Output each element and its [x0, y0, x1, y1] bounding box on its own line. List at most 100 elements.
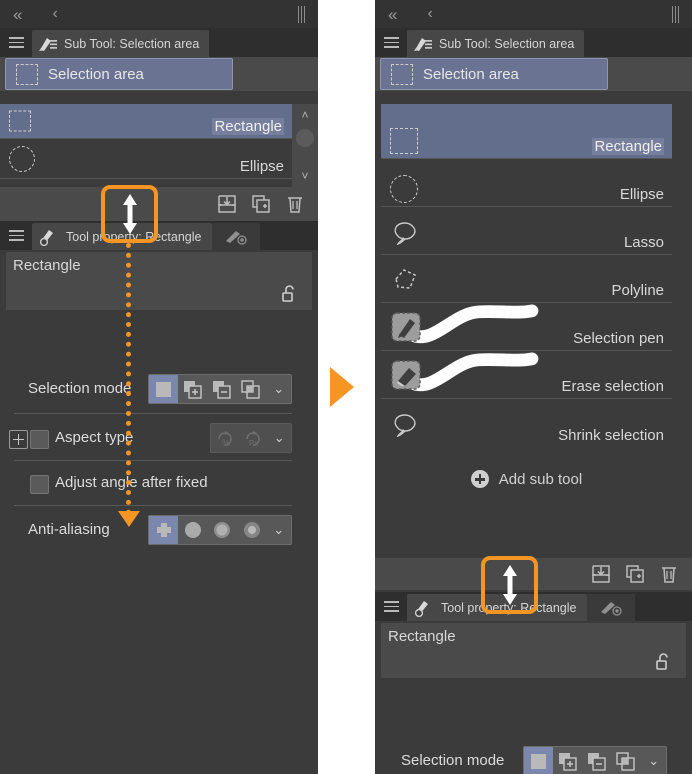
subtool-group-chip[interactable]: Selection area — [5, 58, 233, 90]
titlebar-left: « ‹ — [0, 0, 318, 28]
subtool-group-label: Selection area — [423, 65, 519, 83]
tab-sub-tool-label: Sub Tool: Selection area — [439, 36, 575, 51]
list-item-label: Erase selection — [561, 378, 664, 395]
svg-text:Px: Px — [249, 439, 258, 448]
tab-brush-preview[interactable] — [211, 223, 260, 250]
scrollbar-thumb[interactable] — [296, 129, 314, 147]
option-aa-none[interactable] — [149, 516, 179, 544]
subtool-group-strip-left: Selection area — [0, 57, 318, 91]
option-create-selection[interactable] — [149, 375, 179, 403]
vertical-resize-arrow-icon[interactable] — [498, 563, 522, 607]
delete-icon[interactable] — [658, 563, 680, 585]
titlebar-right: « ‹ — [375, 0, 692, 28]
flow-arrow-icon — [330, 367, 354, 407]
option-aspect-percent[interactable]: % — [211, 424, 239, 452]
list-item-label: Ellipse — [239, 158, 284, 175]
list-item[interactable]: Selection pen — [381, 303, 672, 351]
list-item[interactable]: Rectangle — [381, 104, 672, 159]
subtool-scrollbar-left[interactable]: ˄ ˅ — [292, 104, 318, 187]
list-item[interactable]: Polyline — [381, 255, 672, 303]
hamburger-menu-icon[interactable] — [0, 221, 32, 250]
drag-handle-highlight-left — [101, 185, 158, 243]
add-sub-tool-button[interactable]: Add sub tool — [381, 447, 672, 511]
unlocked-padlock-icon[interactable] — [281, 284, 298, 303]
list-item[interactable]: Rectangle — [0, 104, 292, 139]
hamburger-menu-icon[interactable] — [375, 28, 407, 57]
list-item[interactable]: Ellipse — [381, 159, 672, 207]
import-icon[interactable] — [216, 193, 238, 215]
preset-title-left: Rectangle — [6, 252, 312, 310]
screenshot-root: « ‹ Sub Tool: Selection area Selection a… — [0, 0, 692, 774]
list-item-label: Shrink selection — [558, 427, 664, 444]
svg-text:%: % — [222, 438, 230, 448]
chevron-down-icon[interactable]: ⌄ — [641, 747, 666, 774]
chevron-left-icon[interactable]: ‹ — [52, 6, 57, 22]
tab-brush-preview[interactable] — [586, 594, 635, 621]
double-chevron-left-icon[interactable]: « — [388, 6, 398, 23]
subtool-tabbar-right: Sub Tool: Selection area — [375, 28, 692, 57]
option-subtract-selection[interactable] — [208, 375, 237, 403]
anti-aliasing-group[interactable]: ⌄ — [148, 515, 292, 545]
add-sub-tool-label: Add sub tool — [498, 470, 583, 488]
option-aa-medium[interactable] — [208, 516, 237, 544]
list-item[interactable]: Shrink selection — [381, 399, 672, 447]
unlocked-padlock-icon[interactable] — [655, 652, 672, 671]
grip-handle-icon[interactable] — [672, 6, 683, 23]
erase-selection-icon — [390, 359, 422, 396]
chevron-down-icon[interactable]: ⌄ — [266, 516, 291, 544]
selection-mode-group[interactable]: ⌄ — [523, 746, 667, 774]
dashed-ellipse-icon — [9, 145, 35, 172]
selection-mode-group[interactable]: ⌄ — [148, 374, 292, 404]
option-intersect-selection[interactable] — [612, 747, 641, 774]
tab-sub-tool[interactable]: Sub Tool: Selection area — [407, 30, 585, 57]
dashed-rectangle-icon — [16, 63, 38, 85]
dashed-ellipse-icon — [390, 175, 418, 203]
tab-sub-tool[interactable]: Sub Tool: Selection area — [32, 30, 210, 57]
list-item-label: Ellipse — [619, 186, 664, 203]
subtool-scrollbar-right[interactable] — [672, 104, 692, 558]
option-aspect-pixel[interactable]: Px — [239, 424, 267, 452]
list-item-label: Polyline — [611, 282, 664, 299]
plus-box-icon[interactable] — [9, 430, 28, 449]
double-chevron-left-icon[interactable]: « — [13, 6, 23, 23]
aspect-type-group[interactable]: % Px ⌄ — [210, 423, 292, 453]
list-item[interactable]: Erase selection — [381, 351, 672, 399]
scroll-up-icon[interactable]: ˄ — [292, 104, 318, 126]
option-add-selection[interactable] — [178, 375, 207, 403]
subtool-group-chip[interactable]: Selection area — [380, 58, 608, 90]
delete-icon[interactable] — [284, 193, 306, 215]
list-item-label: Lasso — [623, 234, 664, 251]
subtool-list-right: Rectangle Ellipse Lasso Polyline Selecti… — [381, 104, 672, 511]
option-aa-strong[interactable] — [237, 516, 266, 544]
subtool-group-label: Selection area — [48, 65, 144, 83]
dashed-rectangle-icon — [9, 110, 31, 132]
guide-arrow-icon — [118, 511, 140, 527]
chevron-down-icon[interactable]: ⌄ — [267, 424, 291, 452]
selection-pen-icon — [390, 311, 422, 348]
aspect-type-checkbox[interactable] — [30, 430, 49, 449]
option-create-selection[interactable] — [524, 747, 554, 774]
vertical-resize-arrow-icon[interactable] — [118, 192, 142, 236]
tool-property-icon — [414, 600, 428, 617]
brush-stroke-preview — [407, 352, 539, 391]
list-item[interactable]: Lasso — [381, 207, 672, 255]
duplicate-icon[interactable] — [250, 193, 272, 215]
hamburger-menu-icon[interactable] — [375, 592, 407, 621]
grip-handle-icon[interactable] — [298, 6, 309, 23]
subtool-group-strip-right: Selection area — [375, 57, 692, 91]
option-intersect-selection[interactable] — [237, 375, 266, 403]
chevron-left-icon[interactable]: ‹ — [427, 6, 432, 22]
option-add-selection[interactable] — [553, 747, 582, 774]
adjust-angle-checkbox[interactable] — [30, 475, 49, 494]
list-item[interactable]: Ellipse — [0, 139, 292, 179]
import-icon[interactable] — [590, 563, 612, 585]
duplicate-icon[interactable] — [624, 563, 646, 585]
preset-name: Rectangle — [388, 628, 456, 645]
lasso-icon — [390, 219, 420, 249]
scroll-down-icon[interactable]: ˅ — [292, 165, 318, 187]
option-subtract-selection[interactable] — [583, 747, 612, 774]
chevron-down-icon[interactable]: ⌄ — [266, 375, 291, 403]
hamburger-menu-icon[interactable] — [0, 28, 32, 57]
option-aa-weak[interactable] — [178, 516, 207, 544]
tab-sub-tool-label: Sub Tool: Selection area — [64, 36, 200, 51]
